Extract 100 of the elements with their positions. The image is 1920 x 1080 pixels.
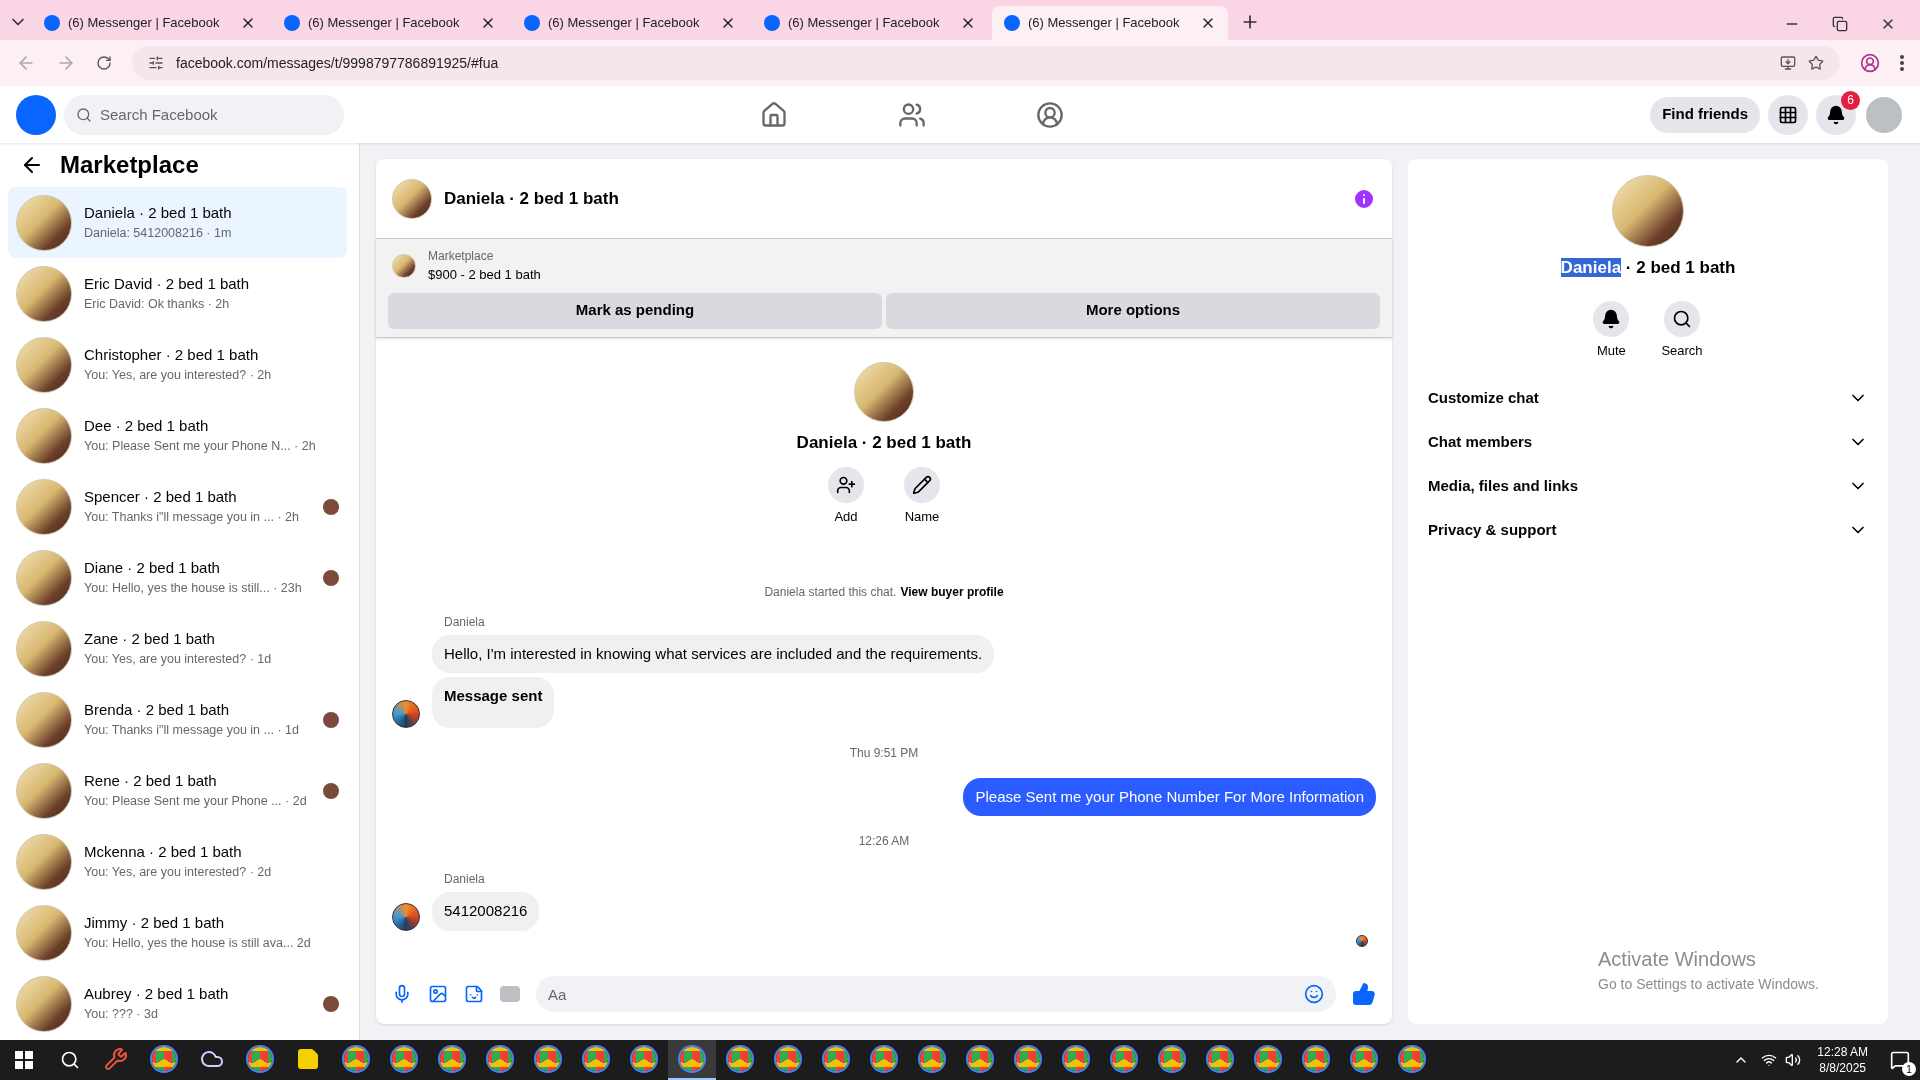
message-input[interactable]: Aa <box>536 976 1336 1012</box>
facebook-logo-icon[interactable] <box>16 94 56 135</box>
conversation-item[interactable]: Dee · 2 bed 1 bath You: Please Sent me your Phone N... · 2h <box>8 400 347 471</box>
activation-subtitle: Go to Settings to activate Windows. <box>1598 975 1819 994</box>
intro-action-button[interactable] <box>828 467 864 503</box>
conversation-preview: You: Please Sent me your Phone ... · 2d <box>84 793 307 811</box>
like-icon[interactable] <box>1352 982 1376 1006</box>
browser-tab[interactable]: (6) Messenger | Facebook <box>272 6 508 40</box>
profile-icon[interactable] <box>1860 53 1880 73</box>
note-icon[interactable] <box>296 1047 320 1071</box>
chat-title: Daniela · 2 bed 1 bath <box>444 187 620 210</box>
browser-icon[interactable] <box>1064 1047 1088 1071</box>
network-icon[interactable] <box>1761 1052 1778 1068</box>
photo-placeholder <box>392 253 416 278</box>
sticker-icon[interactable] <box>464 984 484 1004</box>
browser-icon[interactable] <box>776 1047 800 1071</box>
browser-icon[interactable] <box>1352 1047 1376 1071</box>
listing-action-button[interactable]: More options <box>886 292 1380 329</box>
reload-icon[interactable] <box>96 55 112 71</box>
intro-action-label: Name <box>904 508 940 526</box>
details-action-button[interactable] <box>1593 300 1630 337</box>
wrench-icon[interactable] <box>104 1047 128 1071</box>
conversation-preview: You: Yes, are you interested? · 2d <box>84 864 272 882</box>
tab-title: (6) Messenger | Facebook <box>308 14 461 33</box>
menu-icon[interactable] <box>1900 55 1904 71</box>
conversation-item[interactable]: Rene · 2 bed 1 bath You: Please Sent me your Phone ... · 2d <box>8 755 347 826</box>
conversation-title: Jimmy · 2 bed 1 bath <box>84 912 226 933</box>
browser-icon[interactable] <box>680 1047 704 1071</box>
browser-icon[interactable] <box>584 1047 608 1071</box>
notification-center-button[interactable]: 1 <box>1880 1040 1920 1080</box>
conversation-title: Brenda · 2 bed 1 bath <box>84 699 231 720</box>
find-friends-button[interactable]: Find friends <box>1650 96 1760 133</box>
address-bar[interactable]: facebook.com/messages/t/9998797786891925/#fua <box>132 46 1840 80</box>
browser-icon[interactable] <box>872 1047 896 1071</box>
details-section[interactable]: Privacy & support <box>1424 508 1872 552</box>
tab-title: (6) Messenger | Facebook <box>1028 14 1181 33</box>
browser-tab[interactable]: (6) Messenger | Facebook <box>512 6 748 40</box>
install-icon[interactable] <box>1780 55 1796 71</box>
conversation-preview: Eric David: Ok thanks · 2h <box>84 296 230 314</box>
volume-icon[interactable] <box>1785 1052 1802 1068</box>
conversation-item[interactable]: Eric David · 2 bed 1 bath Eric David: Ok thanks · 2h <box>8 258 347 329</box>
browser-icon[interactable] <box>440 1047 464 1071</box>
emoji-icon[interactable] <box>1304 984 1324 1004</box>
add-person-icon <box>836 475 856 495</box>
conversation-title: Daniela · 2 bed 1 bath <box>84 202 233 223</box>
conversation-item[interactable]: Daniela · 2 bed 1 bath Daniela: 5412008216 · 1m <box>8 187 347 258</box>
browser-icon[interactable] <box>344 1047 368 1071</box>
conversation-item[interactable]: Brenda · 2 bed 1 bath You: Thanks i"ll message you in ... · 1d <box>8 684 347 755</box>
details-action-button[interactable] <box>1664 300 1700 337</box>
search-icon[interactable] <box>60 1050 80 1070</box>
browser-icon[interactable] <box>1112 1047 1136 1071</box>
conversation-item[interactable]: Christopher · 2 bed 1 bath You: Yes, are you interested? · 2h <box>8 329 347 400</box>
conversation-item[interactable]: Zane · 2 bed 1 bath You: Yes, are you interested? · 1d <box>8 613 347 684</box>
conversation-item[interactable]: Diane · 2 bed 1 bath You: Hello, yes the house is still... · 23h <box>8 542 347 613</box>
browser-icon[interactable] <box>488 1047 512 1071</box>
details-section[interactable]: Customize chat <box>1424 376 1872 420</box>
browser-icon[interactable] <box>536 1047 560 1071</box>
browser-icon[interactable] <box>1400 1047 1424 1071</box>
conversation-item[interactable]: Aubrey · 2 bed 1 bath You: ??? · 3d <box>8 968 347 1039</box>
intro-action-button[interactable] <box>904 467 940 503</box>
conversation-preview: You: Yes, are you interested? · 2h <box>84 367 272 385</box>
conversation-preview: You: Thanks i"ll message you in ... · 2h <box>84 509 299 527</box>
browser-icon[interactable] <box>968 1047 992 1071</box>
people-icon[interactable] <box>898 100 927 129</box>
browser-tab[interactable]: (6) Messenger | Facebook <box>752 6 988 40</box>
browser-icon[interactable] <box>1208 1047 1232 1071</box>
microphone-icon[interactable] <box>392 984 412 1004</box>
chat-started-text: Daniela started this chat. <box>764 583 897 601</box>
conversation-item[interactable]: Jimmy · 2 bed 1 bath You: Hello, yes the house is still ava... 2d <box>8 897 347 968</box>
browser-icon[interactable] <box>1256 1047 1280 1071</box>
browser-icon[interactable] <box>728 1047 752 1071</box>
browser-icon[interactable] <box>920 1047 944 1071</box>
facebook-logo-icon <box>764 15 780 31</box>
browser-icon[interactable] <box>248 1047 272 1071</box>
browser-icon[interactable] <box>824 1047 848 1071</box>
view-profile-link[interactable]: View buyer profile <box>900 582 1004 601</box>
home-icon[interactable] <box>760 100 789 129</box>
conversation-item[interactable]: Spencer · 2 bed 1 bath You: Thanks i"ll message you in ... · 2h <box>8 471 347 542</box>
apps-menu-button[interactable] <box>1768 94 1808 135</box>
taskbar-app[interactable] <box>668 1040 716 1080</box>
details-section[interactable]: Chat members <box>1424 420 1872 464</box>
browser-icon[interactable] <box>632 1047 656 1071</box>
listing-action-button[interactable]: Mark as pending <box>388 292 882 329</box>
browser-icon[interactable] <box>1160 1047 1184 1071</box>
browser-tab[interactable]: (6) Messenger | Facebook <box>992 6 1228 40</box>
conversation-item[interactable]: Mckenna · 2 bed 1 bath You: Yes, are you interested? · 2d <box>8 826 347 897</box>
facebook-logo-icon <box>524 15 540 31</box>
browser-icon[interactable] <box>152 1047 176 1071</box>
image-icon[interactable] <box>428 984 448 1004</box>
browser-tab[interactable]: (6) Messenger | Facebook <box>32 6 268 40</box>
conversation-title: Rene · 2 bed 1 bath <box>84 770 218 791</box>
bookmark-icon[interactable] <box>1808 55 1824 71</box>
browser-icon[interactable] <box>1016 1047 1040 1071</box>
browser-icon[interactable] <box>1304 1047 1328 1071</box>
details-section[interactable]: Media, files and links <box>1424 464 1872 508</box>
search-field[interactable]: Search Facebook <box>64 94 344 135</box>
facebook-logo-icon <box>1004 15 1020 31</box>
restore-icon[interactable] <box>1832 16 1848 32</box>
group-icon[interactable] <box>1036 100 1065 129</box>
browser-icon[interactable] <box>392 1047 416 1071</box>
